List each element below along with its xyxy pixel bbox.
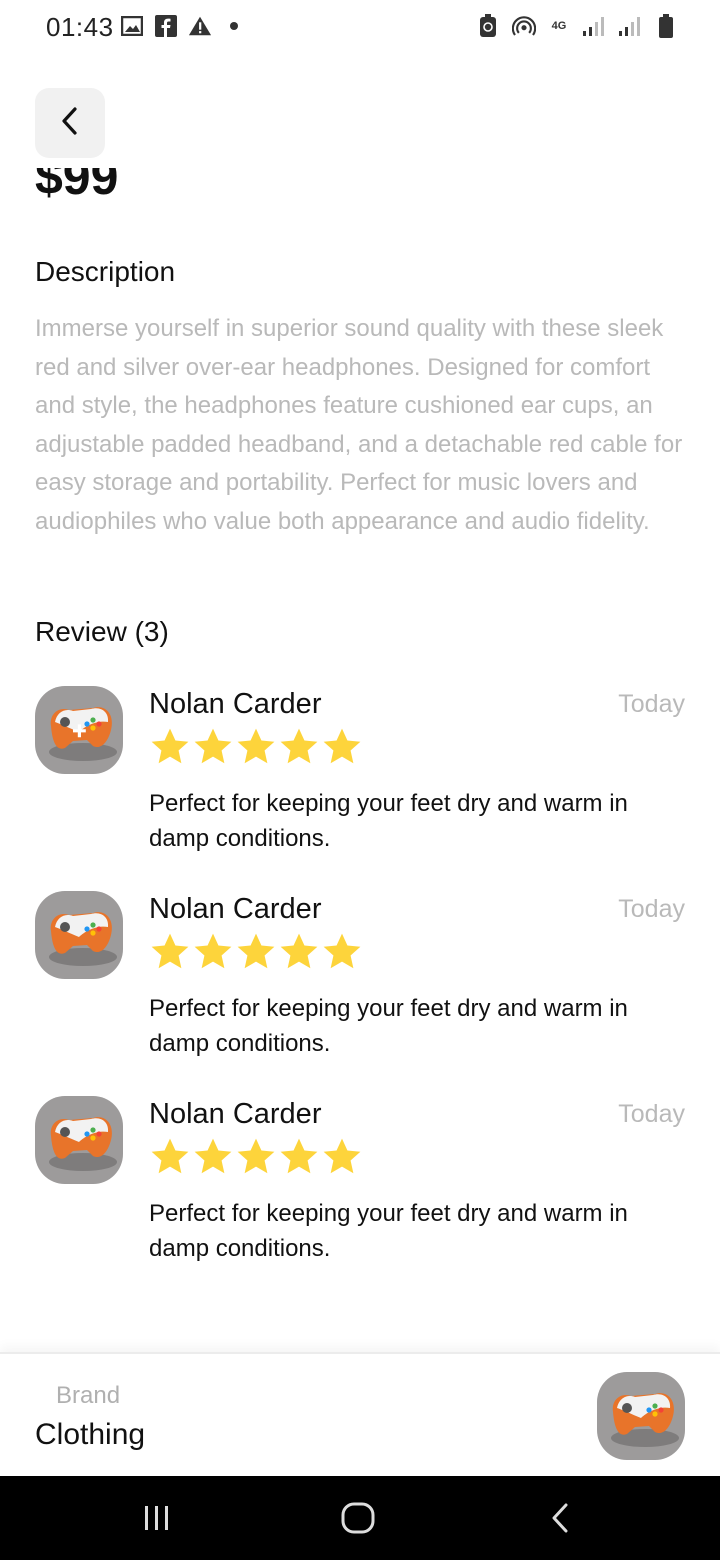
controller-icon	[611, 1393, 679, 1447]
review-date: Today	[618, 1100, 685, 1128]
controller-icon	[49, 707, 117, 761]
signal-icon	[582, 14, 606, 38]
review-text: Perfect for keeping your feet dry and wa…	[149, 1200, 628, 1262]
star-rating	[149, 726, 363, 768]
star-icon	[194, 1138, 232, 1174]
review-text: Perfect for keeping your feet dry and wa…	[149, 995, 628, 1057]
review-text: Perfect for keeping your feet dry and wa…	[149, 790, 628, 852]
status-time: 01:43	[46, 12, 114, 42]
home-icon	[341, 1502, 375, 1534]
image-icon	[120, 14, 144, 38]
description-body: Immerse yourself in superior sound quali…	[35, 315, 683, 535]
review-title: Review (3)	[35, 616, 169, 647]
brand-label: Brand	[56, 1382, 121, 1409]
avatar	[35, 686, 123, 774]
status-bar: 01:43 4G	[0, 0, 720, 56]
back-button[interactable]	[35, 88, 105, 158]
4g-icon: 4G	[551, 20, 567, 32]
avatar	[35, 891, 123, 979]
controller-icon	[49, 912, 117, 966]
star-icon	[323, 933, 361, 969]
brand-bar: Brand Clothing	[0, 1352, 720, 1476]
reviewer-name: Nolan Carder	[149, 688, 322, 720]
star-rating	[149, 1136, 363, 1178]
dot-icon	[222, 14, 246, 38]
reviewer-name: Nolan Carder	[149, 893, 322, 925]
review-item: Nolan Carder Today Perfect for keeping y…	[35, 1096, 685, 1276]
controller-icon	[49, 1117, 117, 1171]
brand-value: Clothing	[35, 1418, 146, 1451]
star-icon	[280, 1138, 318, 1174]
chevron-left-icon	[58, 106, 82, 141]
star-icon	[237, 728, 275, 764]
back-icon	[552, 1503, 568, 1533]
review-date: Today	[618, 690, 685, 718]
star-icon	[151, 933, 189, 969]
facebook-icon	[154, 14, 178, 38]
brand-thumbnail[interactable]	[597, 1372, 685, 1460]
star-icon	[323, 1138, 361, 1174]
star-rating	[149, 931, 363, 973]
review-item: Nolan Carder Today Perfect for keeping y…	[35, 686, 685, 866]
system-nav-bar	[0, 1476, 720, 1560]
signal-icon	[618, 14, 642, 38]
review-item: Nolan Carder Today Perfect for keeping y…	[35, 891, 685, 1071]
home-button[interactable]	[328, 1496, 388, 1540]
warning-icon	[188, 14, 212, 38]
recent-apps-button[interactable]	[127, 1496, 187, 1540]
star-icon	[237, 1138, 275, 1174]
star-icon	[280, 728, 318, 764]
battery-saver-icon	[476, 14, 500, 38]
star-icon	[151, 728, 189, 764]
review-date: Today	[618, 895, 685, 923]
product-price: $99	[35, 168, 119, 205]
nav-back-button[interactable]	[530, 1496, 590, 1540]
description-title: Description	[35, 256, 176, 287]
star-icon	[280, 933, 318, 969]
battery-icon	[654, 14, 678, 38]
reviewer-name: Nolan Carder	[149, 1098, 322, 1130]
star-icon	[194, 728, 232, 764]
star-icon	[237, 933, 275, 969]
hotspot-icon	[512, 14, 536, 38]
price-partial: $99	[35, 168, 235, 208]
star-icon	[151, 1138, 189, 1174]
star-icon	[323, 728, 361, 764]
star-icon	[194, 933, 232, 969]
recent-apps-icon	[145, 1506, 168, 1530]
avatar	[35, 1096, 123, 1184]
